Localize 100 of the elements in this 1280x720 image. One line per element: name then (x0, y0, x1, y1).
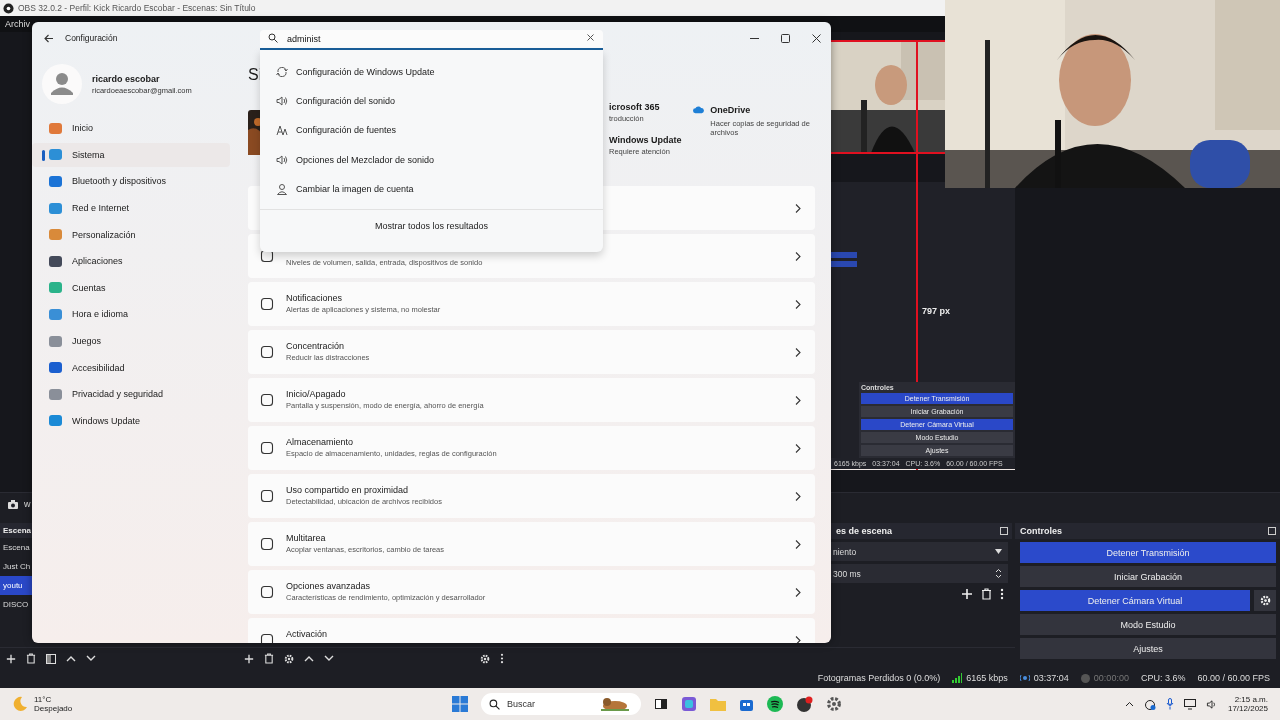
nav-item[interactable]: Privacidad y seguridad (32, 381, 230, 407)
suggestion-item[interactable]: Configuración del sonido (260, 86, 603, 116)
clear-icon[interactable] (587, 34, 594, 41)
maximize-icon[interactable] (781, 33, 790, 43)
search-icon (268, 33, 278, 43)
scene-item[interactable]: Escena (0, 538, 32, 557)
status-text: 00:00:00 (1093, 673, 1129, 683)
cloud-icon (693, 105, 705, 114)
scene-item[interactable]: DISCO (0, 595, 32, 614)
chevron-icon (795, 539, 801, 549)
filter-icon[interactable] (46, 653, 56, 664)
back-icon[interactable] (44, 33, 54, 43)
chevron-icon (795, 587, 801, 597)
row-icon (260, 297, 274, 311)
nav-item[interactable]: Windows Update (32, 408, 230, 434)
nav-item[interactable]: Accesibilidad (32, 355, 230, 380)
suggestion-item[interactable]: Opciones del Mezclador de sonido (260, 144, 603, 175)
add-icon[interactable] (244, 653, 254, 664)
result-icon (276, 182, 288, 195)
duration-field[interactable]: 300 ms (831, 564, 1008, 583)
more-icon[interactable] (1000, 588, 1004, 600)
app-icon[interactable] (796, 696, 813, 712)
transition-dropdown[interactable]: niento (831, 542, 1008, 561)
nav-icon (48, 201, 63, 215)
trash-icon[interactable] (981, 588, 992, 600)
chevron-icon (795, 347, 801, 357)
speaker-icon[interactable] (1205, 698, 1218, 710)
network-icon[interactable] (1143, 698, 1156, 710)
trash-icon[interactable] (264, 653, 274, 664)
status-text: 03:37:04 (1033, 673, 1069, 683)
settings-row[interactable]: Activación (248, 618, 815, 643)
down-icon[interactable] (86, 655, 96, 662)
more-icon[interactable] (500, 653, 504, 664)
search-field[interactable]: administ (260, 30, 603, 50)
result-icon (276, 94, 288, 107)
camera-icon (8, 499, 18, 509)
undock-icon[interactable] (1268, 527, 1276, 535)
nav-item[interactable]: Aplicaciones (32, 248, 230, 274)
search-icon (489, 698, 500, 710)
chevron-icon (795, 491, 801, 501)
card-title: Windows Update (609, 135, 683, 145)
down-icon[interactable] (324, 655, 334, 662)
clock-time[interactable]: 2:15 a.m. (1234, 695, 1268, 704)
status-text: Fotogramas Perdidos 0 (0.0%) (817, 673, 941, 683)
row-icon (260, 441, 274, 455)
control-button[interactable]: Detener Transmisión (1020, 542, 1276, 563)
nav-icon (48, 254, 63, 268)
close-icon[interactable] (812, 33, 821, 43)
control-button[interactable]: Iniciar Grabación (1020, 566, 1276, 587)
stream-icon (1019, 674, 1030, 682)
nav-icon (48, 307, 63, 321)
nav-item[interactable]: Inicio (32, 116, 230, 141)
signal-icon (952, 673, 963, 683)
result-icon (276, 153, 288, 166)
nav-item[interactable]: Red e Internet (32, 195, 230, 221)
nav-item[interactable]: Sistema (32, 142, 230, 168)
display-icon[interactable] (1183, 698, 1196, 710)
nav-item[interactable]: Hora e idioma (32, 302, 230, 327)
result-icon (276, 124, 288, 137)
clock-date[interactable]: 17/12/2025 (1227, 704, 1268, 713)
nav-item[interactable]: Cuentas (32, 275, 230, 301)
nav-item[interactable]: Bluetooth y dispositivos (32, 169, 230, 194)
scene-item[interactable]: youtu (0, 576, 32, 595)
chevron-up-icon[interactable] (1124, 701, 1134, 707)
nav-item[interactable]: Personalización (32, 222, 230, 247)
trash-icon[interactable] (26, 653, 36, 664)
scene-item[interactable]: Just Ch (0, 557, 32, 576)
task-view-icon[interactable] (654, 697, 668, 711)
menu-item[interactable]: Archiv (5, 19, 30, 29)
gear-icon (1259, 595, 1271, 606)
avatar-icon (42, 64, 82, 104)
caret-icon (995, 549, 1002, 554)
list-highlight (831, 252, 857, 258)
settings-button[interactable] (1254, 590, 1276, 611)
control-button[interactable]: Detener Cámara Virtual (1020, 590, 1250, 611)
add-icon[interactable] (961, 588, 973, 600)
undock-icon[interactable] (1000, 527, 1008, 535)
search-field[interactable]: Buscar (481, 693, 641, 715)
nav-item[interactable]: Juegos (32, 328, 230, 354)
add-icon[interactable] (6, 653, 16, 664)
nav-icon (48, 121, 63, 135)
chevron-icon (795, 635, 801, 643)
temperature: 11°C (34, 695, 53, 704)
status-text: 60.00 / 60.00 FPS (1197, 673, 1270, 683)
suggestion-item[interactable]: Cambiar la imagen de cuenta (260, 174, 603, 204)
up-icon[interactable] (304, 655, 314, 662)
settings-icon[interactable] (826, 696, 842, 712)
microphone-icon[interactable] (1165, 698, 1174, 710)
search-highlight-drawing (599, 696, 631, 712)
control-button[interactable]: Ajustes (1020, 638, 1276, 659)
chevron-icon (795, 203, 801, 213)
up-icon[interactable] (66, 655, 76, 662)
spinner-icon[interactable] (995, 568, 1002, 579)
suggestion-item[interactable]: Configuración de Windows Update (260, 57, 603, 87)
control-button[interactable]: Modo Estudio (1020, 614, 1276, 635)
chevron-icon (795, 299, 801, 309)
nav-icon (48, 175, 63, 188)
start-icon[interactable] (452, 696, 468, 712)
suggestion-item[interactable]: Configuración de fuentes (260, 115, 603, 145)
music-icon[interactable] (767, 696, 783, 712)
